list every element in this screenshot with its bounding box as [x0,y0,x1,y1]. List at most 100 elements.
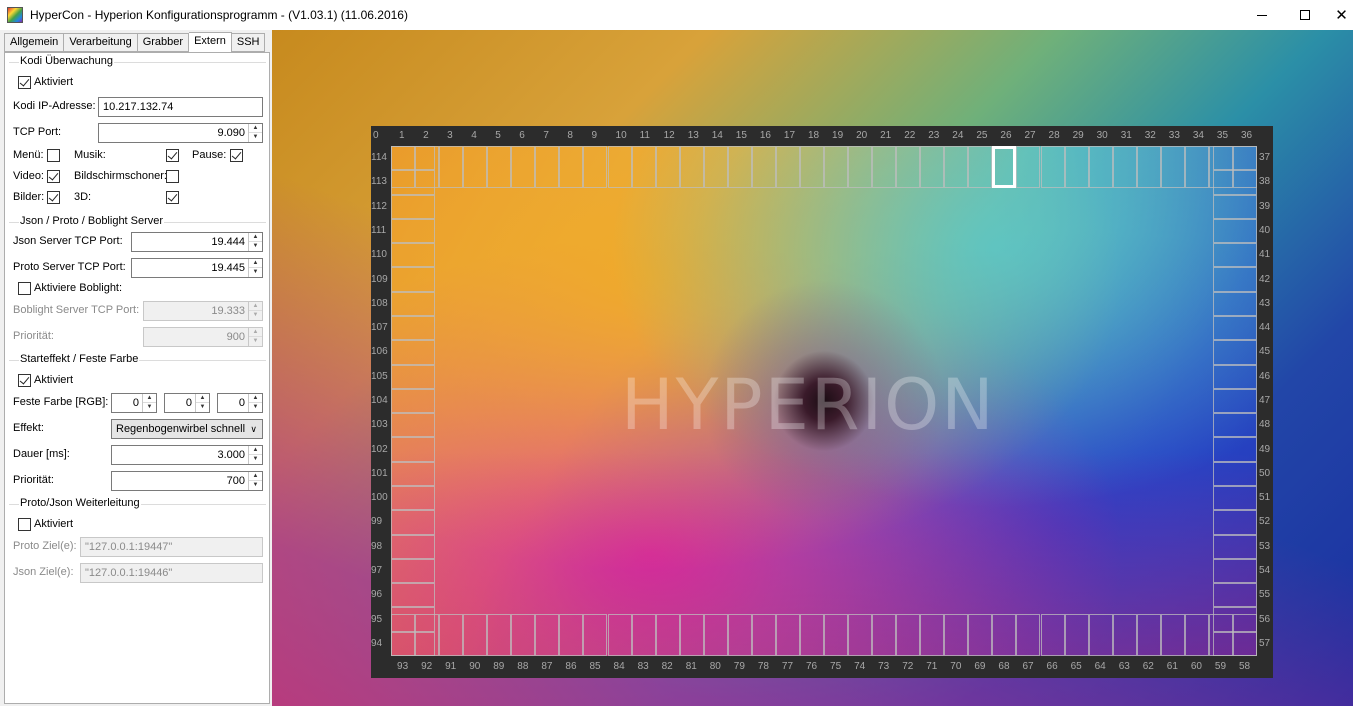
led-45[interactable] [1213,340,1257,365]
led-43[interactable] [1213,291,1257,316]
led-94[interactable] [391,631,435,656]
led-97[interactable] [391,558,435,584]
led-109[interactable] [391,267,435,292]
led-30[interactable] [1088,146,1113,188]
led-71[interactable] [920,614,945,656]
led-42[interactable] [1213,267,1257,292]
led-72[interactable] [896,614,921,656]
led-33[interactable] [1160,146,1185,188]
led-31[interactable] [1112,146,1137,188]
led-9[interactable] [583,146,608,188]
led-52[interactable] [1213,510,1257,535]
spin-down-icon[interactable]: ▼ [143,403,156,412]
led-15[interactable] [727,146,752,188]
led-77[interactable] [775,614,800,656]
led-14[interactable] [703,146,728,188]
spin-up-icon[interactable]: ▲ [249,328,262,337]
led-6[interactable] [511,146,536,188]
led-89[interactable] [487,614,512,656]
led-20[interactable] [848,146,873,188]
color-r-spinbox[interactable]: 0 ▲ ▼ [111,393,157,413]
led-22[interactable] [896,146,921,188]
spin-up-icon[interactable]: ▲ [249,233,262,242]
json-target-input[interactable]: "127.0.0.1:19446" [80,563,263,583]
led-10[interactable] [607,146,632,188]
proto-port-spinbox[interactable]: 19.445 ▲ ▼ [131,258,263,278]
spin-down-icon[interactable]: ▼ [249,481,262,490]
led-65[interactable] [1064,614,1089,656]
spin-down-icon[interactable]: ▼ [249,268,262,277]
led-39[interactable] [1213,194,1257,219]
led-41[interactable] [1213,243,1257,268]
led-103[interactable] [391,413,435,438]
led-82[interactable] [655,614,680,656]
led-17[interactable] [775,146,800,188]
led-11[interactable] [631,146,656,188]
led-86[interactable] [559,614,584,656]
led-85[interactable] [583,614,608,656]
led-70[interactable] [944,614,969,656]
led-114[interactable] [391,146,435,171]
duration-spinbox[interactable]: 3.000 ▲ ▼ [111,445,263,465]
led-108[interactable] [391,291,435,316]
led-80[interactable] [703,614,728,656]
led-4[interactable] [463,146,488,188]
led-21[interactable] [872,146,897,188]
json-port-spinbox[interactable]: 19.444 ▲ ▼ [131,232,263,252]
led-60[interactable] [1184,614,1209,656]
video-checkbox[interactable] [47,170,60,183]
spin-down-icon[interactable]: ▼ [249,403,262,412]
led-50[interactable] [1213,461,1257,486]
led-83[interactable] [631,614,656,656]
led-32[interactable] [1136,146,1161,188]
led-68[interactable] [992,614,1017,656]
led-111[interactable] [391,218,435,244]
menu-checkbox[interactable] [47,149,60,162]
spin-up-icon[interactable]: ▲ [196,394,209,403]
led-106[interactable] [391,340,435,365]
boblight-port-spinbox[interactable]: 19.333 ▲ ▼ [143,301,263,321]
led-24[interactable] [944,146,969,188]
led-25[interactable] [968,146,993,188]
led-95[interactable] [391,607,435,632]
led-69[interactable] [968,614,993,656]
spin-down-icon[interactable]: ▼ [249,337,262,346]
threed-checkbox[interactable] [166,191,179,204]
startup-activated-checkbox[interactable] [18,374,31,387]
led-34[interactable] [1184,146,1209,188]
tab-ssh[interactable]: SSH [231,33,266,52]
led-26[interactable] [992,146,1017,188]
tab-verarbeitung[interactable]: Verarbeitung [64,33,138,52]
led-55[interactable] [1213,583,1257,608]
led-27[interactable] [1016,146,1041,188]
tab-extern[interactable]: Extern [189,32,232,53]
led-13[interactable] [679,146,704,188]
led-98[interactable] [391,534,435,559]
led-16[interactable] [751,146,776,188]
led-110[interactable] [391,243,435,268]
led-62[interactable] [1136,614,1161,656]
led-78[interactable] [751,614,776,656]
led-73[interactable] [872,614,897,656]
screensaver-checkbox[interactable] [166,170,179,183]
led-53[interactable] [1213,534,1257,559]
forward-activated-checkbox[interactable] [18,518,31,531]
led-102[interactable] [391,437,435,462]
led-113[interactable] [391,170,435,195]
led-88[interactable] [511,614,536,656]
spin-down-icon[interactable]: ▼ [249,311,262,320]
spin-up-icon[interactable]: ▲ [249,124,262,133]
led-105[interactable] [391,364,435,389]
led-81[interactable] [679,614,704,656]
kodi-port-spinbox[interactable]: 9.090 ▲ ▼ [98,123,263,143]
led-37[interactable] [1213,146,1257,171]
spin-up-icon[interactable]: ▲ [249,302,262,311]
spin-down-icon[interactable]: ▼ [249,242,262,251]
maximize-button[interactable] [1282,0,1328,30]
led-5[interactable] [487,146,512,188]
led-101[interactable] [391,461,435,486]
led-19[interactable] [824,146,849,188]
led-47[interactable] [1213,388,1257,414]
close-button[interactable]: ✕ [1330,0,1353,30]
spin-up-icon[interactable]: ▲ [249,446,262,455]
